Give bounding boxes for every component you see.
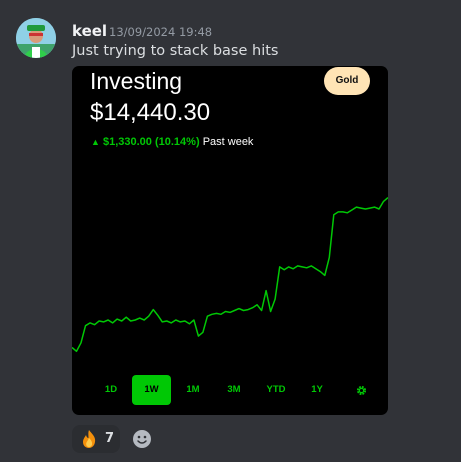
change-row: ▲ $1,330.00 (10.14%) Past week: [91, 136, 253, 150]
change-period: Past week: [202, 136, 254, 148]
range-1m[interactable]: 1M: [182, 375, 204, 405]
portfolio-chart: [72, 197, 388, 353]
chat-message: keel 13/09/2024 19:48 Just trying to sta…: [0, 0, 461, 462]
range-1w[interactable]: 1W: [132, 375, 171, 405]
change-amount: $1,330.00 (10.14%): [102, 136, 200, 148]
avatar[interactable]: [16, 18, 56, 58]
gold-badge: Gold: [324, 67, 370, 95]
reaction-count: 7: [105, 431, 115, 446]
range-1y[interactable]: 1Y: [306, 375, 328, 405]
message-text: Just trying to stack base hits: [72, 43, 279, 59]
range-ytd[interactable]: YTD: [262, 375, 290, 405]
image-attachment[interactable]: Investing Gold $14,440.30 ▲ $1,330.00 (1…: [72, 66, 388, 415]
series-line: [72, 197, 388, 353]
reaction-fire[interactable]: 7: [72, 425, 120, 453]
fire-icon: [79, 429, 99, 453]
up-arrow-icon: ▲: [91, 137, 100, 147]
range-3m[interactable]: 3M: [222, 375, 246, 405]
range-1d[interactable]: 1D: [100, 375, 122, 405]
range-selector: 1D 1W 1M 3M YTD 1Y: [72, 375, 388, 405]
portfolio-balance: $14,440.30: [90, 99, 211, 126]
username[interactable]: keel: [72, 22, 107, 40]
gear-icon[interactable]: [351, 375, 371, 405]
avatar-image: [16, 18, 56, 58]
timestamp: 13/09/2024 19:48: [109, 25, 213, 39]
embed-title: Investing: [90, 68, 183, 94]
add-reaction-icon[interactable]: [132, 429, 152, 449]
